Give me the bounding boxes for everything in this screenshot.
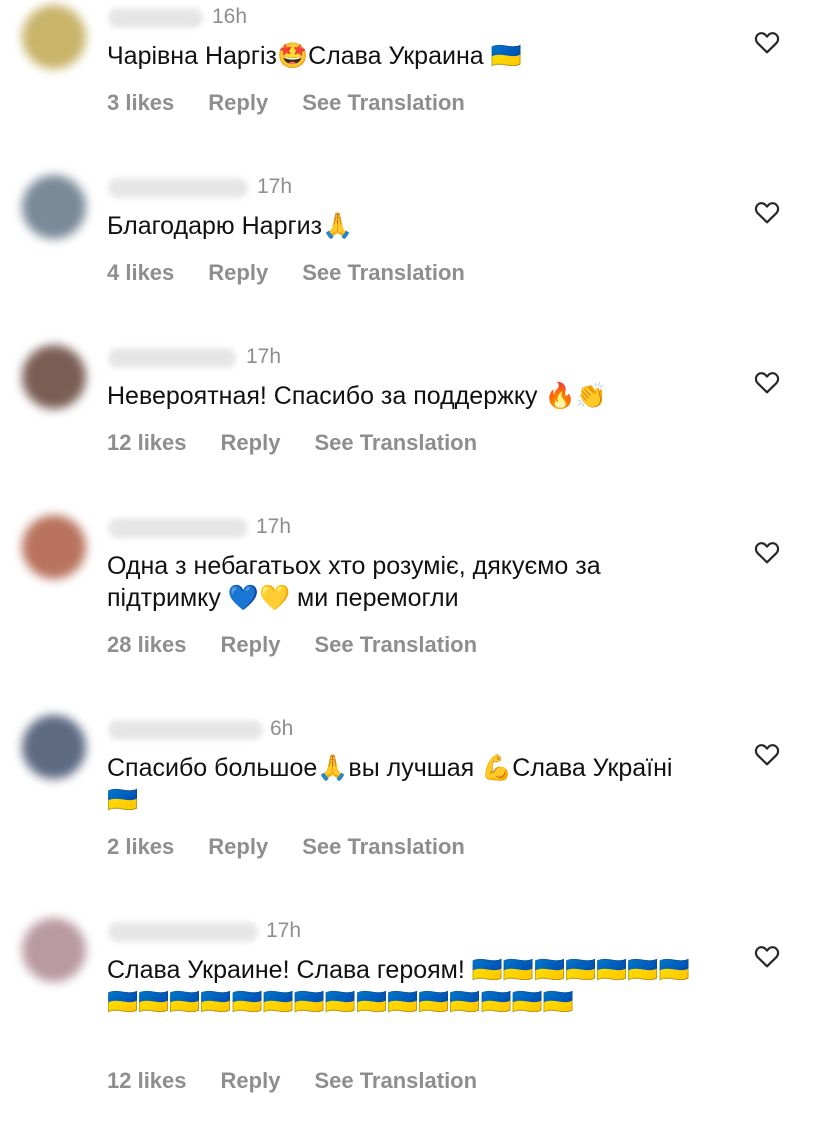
- comment-text: Одна з небагатьох хто розуміє, дякуємо з…: [107, 552, 608, 612]
- username-redacted[interactable]: [108, 8, 203, 28]
- username-redacted[interactable]: [108, 178, 248, 198]
- reply-button[interactable]: Reply: [208, 90, 268, 116]
- reply-button[interactable]: Reply: [208, 260, 268, 286]
- username-redacted[interactable]: [108, 720, 263, 740]
- reply-button[interactable]: Reply: [208, 834, 268, 860]
- comment-time: 17h: [256, 515, 292, 538]
- heart-outline-icon[interactable]: [754, 370, 780, 394]
- likes-count[interactable]: 28 likes: [107, 632, 187, 658]
- comment-actions: 3 likes Reply See Translation: [107, 90, 465, 116]
- comment-time: 17h: [266, 919, 302, 942]
- likes-count[interactable]: 12 likes: [107, 430, 187, 456]
- heart-outline-icon[interactable]: [754, 944, 780, 968]
- comment-actions: 2 likes Reply See Translation: [107, 834, 465, 860]
- comment-text: Чарівна Наргіз🤩Слава Украина 🇺🇦: [107, 42, 522, 70]
- comment-actions: 4 likes Reply See Translation: [107, 260, 465, 286]
- comment-actions: 12 likes Reply See Translation: [107, 1068, 477, 1094]
- see-translation-link[interactable]: See Translation: [314, 1068, 477, 1094]
- comment-text: Благодарю Наргиз🙏: [107, 212, 354, 240]
- comment-text: Невероятная! Спасибо за поддержку 🔥👏: [107, 382, 607, 410]
- see-translation-link[interactable]: See Translation: [302, 834, 465, 860]
- avatar[interactable]: [22, 918, 86, 982]
- comment-text: Спасибо большое🙏вы лучшая 💪Слава Україні…: [107, 754, 680, 814]
- avatar[interactable]: [22, 715, 86, 779]
- username-redacted[interactable]: [108, 518, 248, 538]
- likes-count[interactable]: 2 likes: [107, 834, 174, 860]
- see-translation-link[interactable]: See Translation: [314, 632, 477, 658]
- heart-outline-icon[interactable]: [754, 540, 780, 564]
- avatar[interactable]: [22, 515, 86, 579]
- reply-button[interactable]: Reply: [221, 632, 281, 658]
- see-translation-link[interactable]: See Translation: [302, 260, 465, 286]
- comment-time: 16h: [212, 5, 248, 28]
- likes-count[interactable]: 12 likes: [107, 1068, 187, 1094]
- comment-text: Слава Украине! Слава героям! 🇺🇦🇺🇦🇺🇦🇺🇦🇺🇦🇺…: [107, 956, 690, 1016]
- heart-outline-icon[interactable]: [754, 30, 780, 54]
- reply-button[interactable]: Reply: [221, 1068, 281, 1094]
- likes-count[interactable]: 3 likes: [107, 90, 174, 116]
- see-translation-link[interactable]: See Translation: [314, 430, 477, 456]
- see-translation-link[interactable]: See Translation: [302, 90, 465, 116]
- comment-actions: 12 likes Reply See Translation: [107, 430, 477, 456]
- likes-count[interactable]: 4 likes: [107, 260, 174, 286]
- reply-button[interactable]: Reply: [221, 430, 281, 456]
- heart-outline-icon[interactable]: [754, 742, 780, 766]
- avatar[interactable]: [22, 345, 86, 409]
- comment-actions: 28 likes Reply See Translation: [107, 632, 477, 658]
- username-redacted[interactable]: [108, 922, 258, 942]
- avatar[interactable]: [22, 5, 86, 69]
- comment-time: 6h: [270, 717, 294, 740]
- avatar[interactable]: [22, 175, 86, 239]
- comment-time: 17h: [257, 175, 293, 198]
- username-redacted[interactable]: [108, 348, 236, 368]
- heart-outline-icon[interactable]: [754, 200, 780, 224]
- comment-time: 17h: [246, 345, 282, 368]
